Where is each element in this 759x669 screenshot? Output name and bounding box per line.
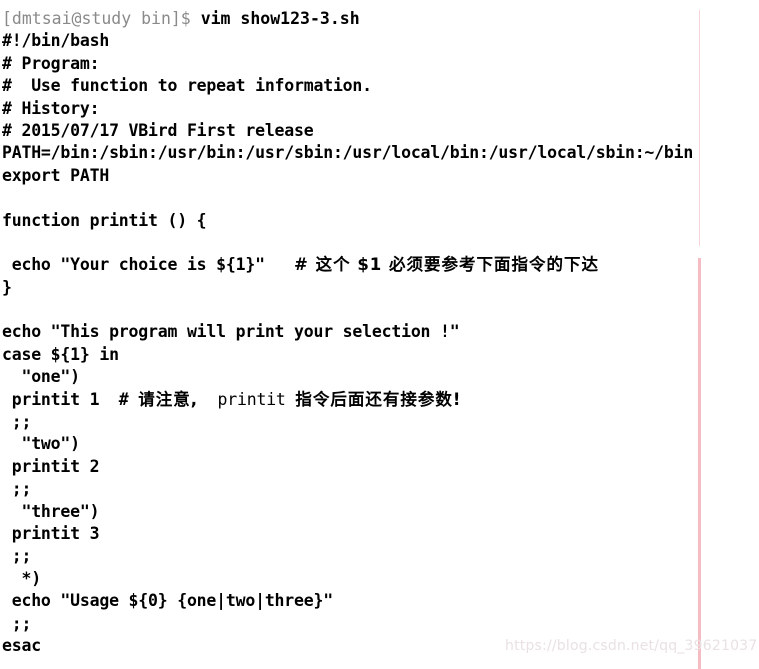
code-line-history-entry: # 2015/07/17 VBird First release	[2, 120, 314, 140]
code-line-echo-program: echo "This program will print your selec…	[2, 322, 460, 342]
code-line-printit-3: printit 3	[2, 523, 100, 543]
code-line-program-label: # Program:	[2, 53, 100, 73]
code-line-case-three: "three")	[2, 501, 100, 521]
code-line-echo-choice: echo "Your choice is ${1}" # 这个 $1 必须要参考…	[0, 254, 700, 276]
code-line-echo-usage: echo "Usage ${0} {one|two|three}"	[2, 591, 333, 611]
code-line-case-open: case ${1} in	[2, 344, 119, 364]
code-line-printit-2: printit 2	[2, 456, 100, 476]
code-line-printit-1: printit 1 # 请注意, printit 指令后面还有接参数!	[0, 389, 700, 411]
code-line-blank-1	[0, 187, 700, 209]
watermark-url: https://blog.csdn.net/qq_39621037	[505, 638, 758, 654]
shell-prompt: [dmtsai@study bin]$	[2, 9, 201, 28]
code-line-case-one: "one")	[2, 367, 80, 387]
code-line-case-default: *)	[2, 568, 41, 588]
code-comment-printit-mono: printit	[198, 389, 296, 409]
code-line-program-desc: # Use function to repeat information.	[2, 76, 372, 96]
code-line-break-2: ;;	[2, 479, 32, 499]
code-comment-printit-cjk-b: 指令后面还有接参数!	[295, 389, 462, 409]
code-line-path-assign: PATH=/bin:/sbin:/usr/bin:/usr/sbin:/usr/…	[2, 143, 694, 163]
code-line-function-decl: function printit () {	[2, 210, 207, 230]
code-line-break-4: ;;	[2, 613, 32, 633]
code-comment-printit-cjk-a: 请注意,	[138, 389, 199, 409]
page-margin-rule-bottom	[698, 258, 701, 669]
code-line-case-two: "two")	[2, 434, 80, 454]
code-line-break-1: ;;	[2, 412, 32, 432]
page-margin-rule-top	[699, 10, 700, 246]
code-listing: [dmtsai@study bin]$ vim show123-3.sh #!/…	[0, 8, 700, 657]
code-line-history-label: # History:	[2, 98, 100, 118]
shell-command: vim show123-3.sh	[200, 9, 360, 28]
shell-prompt-line: [dmtsai@study bin]$ vim show123-3.sh	[0, 8, 700, 30]
code-line-break-3: ;;	[2, 546, 32, 566]
code-printit-1-text: printit 1 #	[2, 389, 139, 409]
code-line-export-path: export PATH	[2, 165, 110, 185]
code-line-shebang: #!/bin/bash	[2, 31, 110, 51]
code-line-function-close: }	[2, 277, 12, 297]
terminal-screenshot: [dmtsai@study bin]$ vim show123-3.sh #!/…	[0, 0, 759, 669]
code-line-blank-2	[0, 232, 700, 254]
code-echo-choice-text: echo "Your choice is ${1}"	[2, 255, 295, 275]
code-comment-choice-cjk: # 这个 $1 必须要参考下面指令的下达	[294, 255, 600, 275]
code-line-blank-3	[0, 299, 700, 321]
